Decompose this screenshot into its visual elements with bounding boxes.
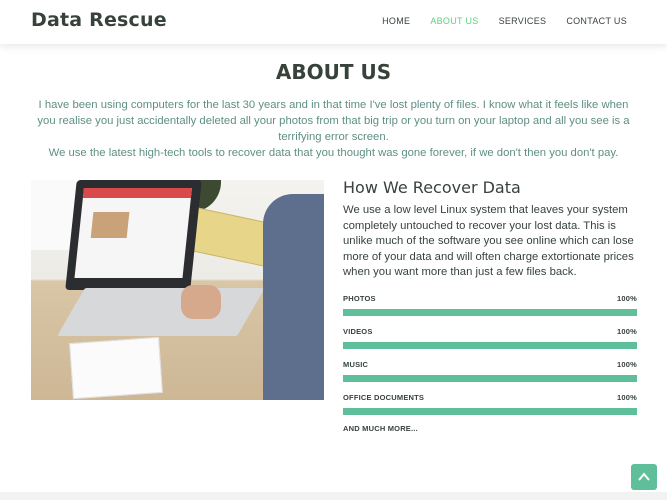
- nav-services[interactable]: SERVICES: [499, 16, 547, 26]
- nav-home[interactable]: HOME: [382, 16, 410, 26]
- skill-music-label-row: MUSIC 100%: [343, 360, 637, 369]
- photo-notebook: [69, 336, 163, 400]
- nav-contact-us[interactable]: CONTACT US: [566, 16, 627, 26]
- skills-list: PHOTOS 100% VIDEOS 100% MUSIC 100% OFFIC…: [343, 294, 637, 426]
- skill-label: MUSIC: [343, 360, 369, 369]
- skill-percent: 100%: [617, 327, 637, 336]
- site-header: Data Rescue HOME ABOUT US SERVICES CONTA…: [0, 0, 667, 44]
- photo-screen-bar: [82, 188, 192, 198]
- brand-logo[interactable]: Data Rescue: [31, 9, 167, 31]
- skill-photos-label-row: PHOTOS 100%: [343, 294, 637, 303]
- arrow-up-icon: [638, 472, 650, 481]
- laptop-photo: [31, 180, 324, 400]
- progress-track: [343, 342, 637, 349]
- skill-music: MUSIC 100%: [343, 360, 637, 393]
- skill-label: OFFICE DOCUMENTS: [343, 393, 425, 402]
- main-nav: HOME ABOUT US SERVICES CONTACT US: [382, 16, 627, 26]
- progress-track: [343, 408, 637, 415]
- intro-paragraph-2: We use the latest high-tech tools to rec…: [48, 147, 619, 159]
- recover-body: We use a low level Linux system that lea…: [343, 204, 634, 279]
- progress-track: [343, 309, 637, 316]
- progress-fill: [343, 408, 637, 415]
- skill-videos: VIDEOS 100%: [343, 327, 637, 360]
- back-to-top-button[interactable]: [631, 464, 657, 490]
- skill-percent: 100%: [617, 294, 637, 303]
- recover-heading: How We Recover Data: [343, 178, 521, 197]
- progress-track: [343, 375, 637, 382]
- progress-fill: [343, 342, 637, 349]
- photo-laptop-display: [74, 188, 192, 278]
- photo-arm: [263, 194, 324, 400]
- skill-percent: 100%: [617, 393, 637, 402]
- skill-photos: PHOTOS 100%: [343, 294, 637, 327]
- nav-about-us[interactable]: ABOUT US: [430, 16, 478, 26]
- more-label: AND MUCH MORE...: [343, 424, 418, 433]
- intro-text: I have been using computers for the last…: [28, 97, 639, 161]
- footer-strip: [0, 492, 667, 500]
- photo-laptop-keyboard: [57, 288, 265, 336]
- skill-label: VIDEOS: [343, 327, 373, 336]
- progress-fill: [343, 375, 637, 382]
- photo-laptop-screen: [65, 180, 202, 290]
- recover-info: How We Recover Data We use a low level L…: [343, 178, 637, 281]
- skill-videos-label-row: VIDEOS 100%: [343, 327, 637, 336]
- about-section: ABOUT US I have been using computers for…: [0, 44, 667, 492]
- progress-fill: [343, 309, 637, 316]
- page-title: ABOUT US: [275, 60, 392, 84]
- photo-screen-image: [90, 212, 130, 238]
- intro-paragraph-1: I have been using computers for the last…: [37, 99, 630, 143]
- skill-percent: 100%: [617, 360, 637, 369]
- skill-office-documents: OFFICE DOCUMENTS 100%: [343, 393, 637, 426]
- photo-hand: [181, 285, 221, 319]
- skill-label: PHOTOS: [343, 294, 376, 303]
- skill-office-label-row: OFFICE DOCUMENTS 100%: [343, 393, 637, 402]
